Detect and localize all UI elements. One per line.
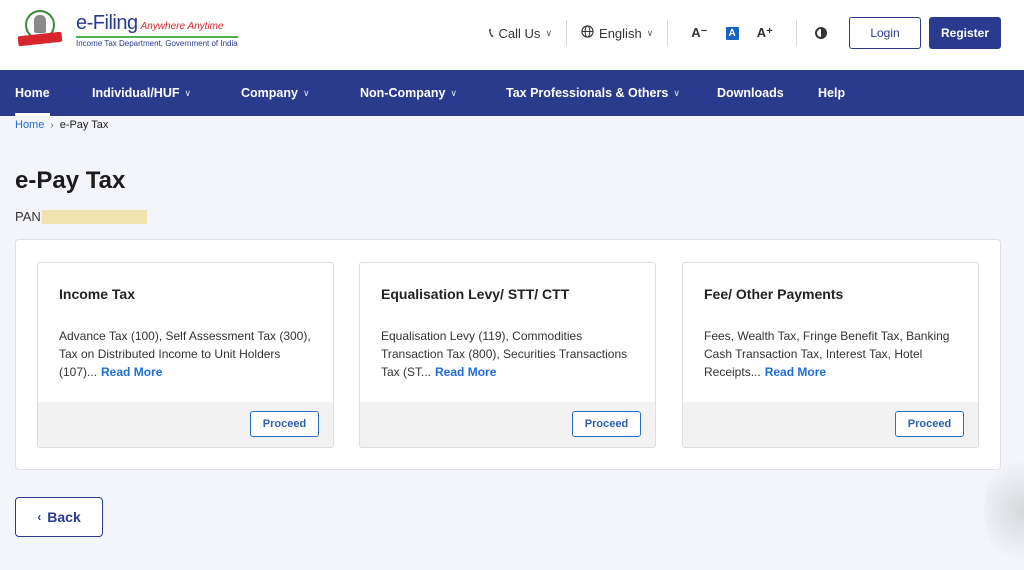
card-description: Equalisation Levy (119), Commodities Tra… xyxy=(381,329,628,379)
card-description: Advance Tax (100), Self Assessment Tax (… xyxy=(59,329,311,379)
proceed-button[interactable]: Proceed xyxy=(250,411,319,437)
read-more-link[interactable]: Read More xyxy=(435,365,496,379)
logo-tagline: Anywhere Anytime xyxy=(140,21,224,32)
card-title: Equalisation Levy/ STT/ CTT xyxy=(381,286,570,302)
card-title: Fee/ Other Payments xyxy=(704,286,844,302)
language-label: English xyxy=(599,25,642,41)
card-footer: Proceed xyxy=(683,402,978,447)
card-description: Fees, Wealth Tax, Fringe Benefit Tax, Ba… xyxy=(704,329,950,379)
proceed-button[interactable]: Proceed xyxy=(895,411,964,437)
pan-row: PAN xyxy=(15,209,147,224)
contrast-icon[interactable] xyxy=(815,27,827,39)
pan-value-redacted xyxy=(41,209,147,224)
divider xyxy=(796,20,797,46)
divider xyxy=(566,20,568,46)
call-us-dropdown[interactable]: 📞︎ Call Us ∨ xyxy=(489,25,552,41)
nav-company[interactable]: Company ∨ xyxy=(241,70,310,116)
proceed-button[interactable]: Proceed xyxy=(572,411,641,437)
login-button[interactable]: Login xyxy=(849,17,921,49)
nav-tax-professionals[interactable]: Tax Professionals & Others ∨ xyxy=(506,70,680,116)
logo-subtitle: Income Tax Department, Government of Ind… xyxy=(76,39,238,48)
phone-icon: 📞︎ xyxy=(488,25,494,40)
font-increase-button[interactable]: A⁺ xyxy=(757,25,773,41)
top-header: e-Filing Anywhere Anytime Income Tax Dep… xyxy=(0,0,1024,70)
globe-icon xyxy=(581,25,594,41)
read-more-link[interactable]: Read More xyxy=(101,365,162,379)
chevron-down-icon: ∨ xyxy=(450,87,458,98)
nav-non-company[interactable]: Non-Company ∨ xyxy=(360,70,457,116)
card-fee-other-payments: Fee/ Other Payments Fees, Wealth Tax, Fr… xyxy=(682,262,979,448)
card-footer: Proceed xyxy=(38,402,333,447)
breadcrumb-home-link[interactable]: Home xyxy=(15,119,44,131)
chevron-down-icon: ∨ xyxy=(673,87,680,98)
payment-categories-panel: Income Tax Advance Tax (100), Self Asses… xyxy=(15,239,1001,470)
register-button[interactable]: Register xyxy=(929,17,1001,49)
font-decrease-button[interactable]: A⁻ xyxy=(691,25,707,41)
card-equalisation-levy: Equalisation Levy/ STT/ CTT Equalisation… xyxy=(359,262,656,448)
nav-individual-huf[interactable]: Individual/HUF ∨ xyxy=(92,70,191,116)
chevron-left-icon: ‹ xyxy=(37,510,42,524)
card-footer: Proceed xyxy=(360,402,655,447)
call-us-label: Call Us xyxy=(498,25,541,41)
chevron-down-icon: ∨ xyxy=(184,87,192,98)
emblem-icon xyxy=(16,10,64,50)
nav-help[interactable]: Help xyxy=(818,70,845,116)
font-default-button[interactable]: A xyxy=(725,26,739,40)
card-income-tax: Income Tax Advance Tax (100), Self Asses… xyxy=(37,262,334,448)
main-nav: Home Individual/HUF ∨ Company ∨ Non-Comp… xyxy=(0,70,1024,116)
chevron-down-icon: ∨ xyxy=(545,27,553,38)
breadcrumb-current: e-Pay Tax xyxy=(59,119,109,131)
breadcrumb-separator-icon: › xyxy=(50,119,54,131)
logo-title: e-Filing xyxy=(76,12,138,34)
nav-home[interactable]: Home xyxy=(15,70,50,116)
back-button[interactable]: ‹ Back xyxy=(15,497,103,537)
efiling-logo[interactable]: e-Filing Anywhere Anytime Income Tax Dep… xyxy=(16,10,238,50)
card-title: Income Tax xyxy=(59,286,135,302)
divider xyxy=(667,20,669,46)
chevron-down-icon: ∨ xyxy=(302,87,310,98)
pan-label: PAN xyxy=(15,209,41,224)
language-dropdown[interactable]: English ∨ xyxy=(581,25,653,41)
page-title: e-Pay Tax xyxy=(15,167,126,194)
read-more-link[interactable]: Read More xyxy=(765,365,826,379)
breadcrumb: Home › e-Pay Tax xyxy=(15,119,108,131)
chevron-down-icon: ∨ xyxy=(646,27,654,38)
nav-downloads[interactable]: Downloads xyxy=(717,70,784,116)
